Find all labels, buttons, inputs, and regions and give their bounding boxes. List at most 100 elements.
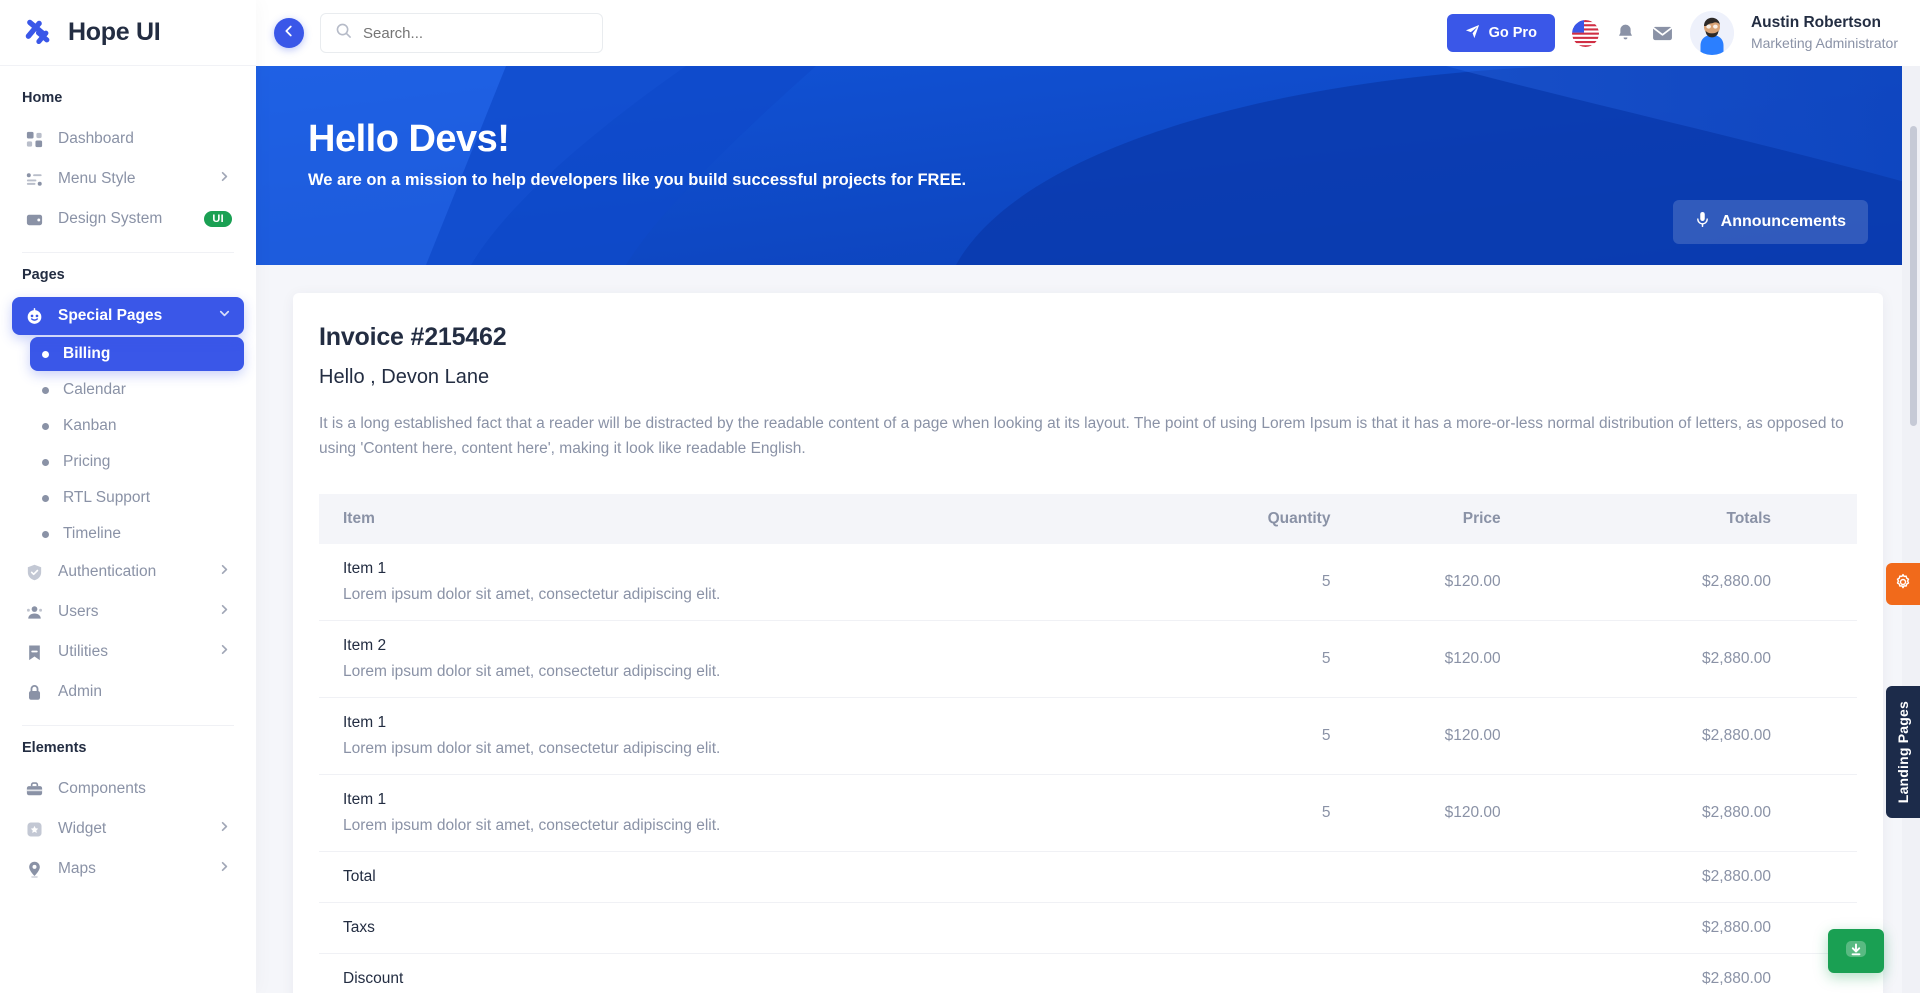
- sidebar-item-widget[interactable]: Widget: [12, 810, 244, 848]
- sidebar-item-label: Utilities: [58, 643, 108, 660]
- search-input[interactable]: [363, 24, 588, 42]
- announcements-label: Announcements: [1720, 213, 1846, 230]
- nav-caption-home: Home: [22, 90, 63, 106]
- gear-icon: [1894, 573, 1912, 596]
- go-pro-label: Go Pro: [1488, 25, 1537, 41]
- chevron-right-icon: [218, 563, 232, 581]
- users-group-icon: [24, 602, 44, 622]
- sidebar-subitem-pricing[interactable]: Pricing: [30, 445, 244, 479]
- item-cell: Item 1 Lorem ipsum dolor sit amet, conse…: [319, 543, 1161, 621]
- avatar[interactable]: [1689, 11, 1734, 55]
- item-description: Lorem ipsum dolor sit amet, consectetur …: [343, 739, 721, 757]
- total-cell: $2,880.00: [1514, 620, 1857, 698]
- sidebar-subitem-label: RTL Support: [63, 489, 151, 506]
- sidebar-item-authentication[interactable]: Authentication: [12, 553, 244, 591]
- sidebar-subitem-rtl-support[interactable]: RTL Support: [30, 481, 244, 515]
- summary-spacer: [1160, 902, 1345, 954]
- quantity-cell: 5: [1160, 543, 1345, 621]
- sidebar-divider-2: [22, 725, 234, 726]
- sidebar-item-admin[interactable]: Admin: [12, 673, 244, 711]
- summary-value: $2,880.00: [1514, 902, 1857, 954]
- item-description: Lorem ipsum dolor sit amet, consectetur …: [343, 585, 721, 603]
- announcements-button[interactable]: Announcements: [1672, 200, 1868, 244]
- price-cell: $120.00: [1344, 543, 1515, 621]
- sidebar-item-label: Special Pages: [58, 307, 163, 324]
- sidebar-subitem-label: Timeline: [63, 525, 121, 542]
- item-name: Item 1: [343, 559, 387, 577]
- go-pro-button[interactable]: Go Pro: [1446, 14, 1555, 52]
- table-row: Item 1 Lorem ipsum dolor sit amet, conse…: [319, 774, 1857, 852]
- widget-star-icon: [24, 819, 44, 839]
- special-pages-icon: [24, 306, 44, 326]
- landing-pages-label: Landing Pages: [1895, 700, 1911, 804]
- banner-subtitle: We are on a mission to help developers l…: [308, 171, 967, 189]
- sidebar-subitem-billing[interactable]: Billing: [30, 337, 244, 371]
- us-flag-icon[interactable]: [1571, 19, 1599, 47]
- sidebar-item-dashboard[interactable]: Dashboard: [12, 120, 244, 158]
- landing-pages-tab[interactable]: Landing Pages: [1886, 686, 1920, 818]
- table-row: Item 2 Lorem ipsum dolor sit amet, conse…: [319, 620, 1857, 698]
- sidebar-collapse-button[interactable]: [274, 18, 304, 48]
- quantity-cell: 5: [1160, 774, 1345, 852]
- summary-label: Total: [319, 851, 1161, 903]
- hero-banner: Hello Devs! We are on a mission to help …: [256, 66, 1920, 265]
- menu-style-icon: [24, 169, 44, 189]
- sidebar-item-label: Maps: [58, 860, 96, 877]
- sidebar-subitem-kanban[interactable]: Kanban: [30, 409, 244, 443]
- quantity-cell: 5: [1160, 697, 1345, 775]
- sidebar-subitem-label: Kanban: [63, 417, 117, 434]
- total-cell: $2,880.00: [1514, 697, 1857, 775]
- brand[interactable]: Hope UI: [0, 0, 256, 66]
- content-area: Hello Devs! We are on a mission to help …: [256, 66, 1920, 993]
- sidebar-item-label: Design System: [58, 210, 163, 227]
- item-name: Item 1: [343, 790, 387, 808]
- download-button[interactable]: [1828, 929, 1884, 973]
- sidebar-item-components[interactable]: Components: [12, 770, 244, 808]
- chevron-right-icon: [218, 860, 232, 878]
- nav-caption-elements: Elements: [22, 740, 87, 756]
- total-cell: $2,880.00: [1514, 543, 1857, 621]
- item-description: Lorem ipsum dolor sit amet, consectetur …: [343, 662, 721, 680]
- settings-tab-button[interactable]: [1886, 563, 1920, 605]
- sidebar-item-design-system[interactable]: Design System UI: [12, 200, 244, 238]
- map-pin-icon: [24, 859, 44, 879]
- item-cell: Item 1 Lorem ipsum dolor sit amet, conse…: [319, 774, 1161, 852]
- chevron-right-icon: [218, 170, 232, 188]
- sidebar-item-users[interactable]: Users: [12, 593, 244, 631]
- scrollbar-thumb[interactable]: [1910, 126, 1917, 426]
- item-name: Item 2: [343, 636, 387, 654]
- sidebar-subitem-timeline[interactable]: Timeline: [30, 517, 244, 551]
- price-cell: $120.00: [1344, 620, 1515, 698]
- price-cell: $120.00: [1344, 697, 1515, 775]
- search-bar[interactable]: [320, 13, 603, 53]
- invoice-table-body: Item 1 Lorem ipsum dolor sit amet, conse…: [319, 543, 1857, 993]
- envelope-icon[interactable]: [1652, 25, 1673, 42]
- chevron-right-icon: [218, 603, 232, 621]
- chevron-down-icon: [218, 307, 232, 325]
- column-header-quantity: Quantity: [1160, 493, 1345, 544]
- summary-row-total: Total $2,880.00: [319, 851, 1857, 903]
- summary-row-taxs: Taxs $2,880.00: [319, 902, 1857, 954]
- summary-value: $2,880.00: [1514, 851, 1857, 903]
- send-plane-icon: [1465, 24, 1480, 43]
- invoice-greeting: Hello , Devon Lane: [319, 366, 490, 388]
- sidebar-item-maps[interactable]: Maps: [12, 850, 244, 888]
- summary-label: Discount: [319, 953, 1161, 993]
- sidebar-item-menu-style[interactable]: Menu Style: [12, 160, 244, 198]
- sidebar-subitem-label: Pricing: [63, 453, 111, 470]
- bell-icon[interactable]: [1616, 23, 1635, 44]
- summary-label: Taxs: [319, 902, 1161, 954]
- bullet-icon: [42, 422, 49, 430]
- sidebar-item-special-pages[interactable]: Special Pages: [12, 297, 244, 335]
- lock-icon: [24, 682, 44, 702]
- sidebar-nav: Home Dashboard Menu Style Design System …: [0, 66, 256, 993]
- table-row: Item 1 Lorem ipsum dolor sit amet, conse…: [319, 697, 1857, 775]
- page-scrollbar[interactable]: [1902, 66, 1920, 993]
- user-info[interactable]: Austin Robertson Marketing Administrator: [1751, 13, 1898, 53]
- sidebar-item-label: Admin: [58, 683, 102, 700]
- bullet-icon: [42, 350, 49, 358]
- sidebar-item-label: Users: [58, 603, 99, 620]
- sidebar-item-utilities[interactable]: Utilities: [12, 633, 244, 671]
- sidebar-subitem-calendar[interactable]: Calendar: [30, 373, 244, 407]
- invoice-card: Invoice #215462 Hello , Devon Lane It is…: [293, 293, 1883, 993]
